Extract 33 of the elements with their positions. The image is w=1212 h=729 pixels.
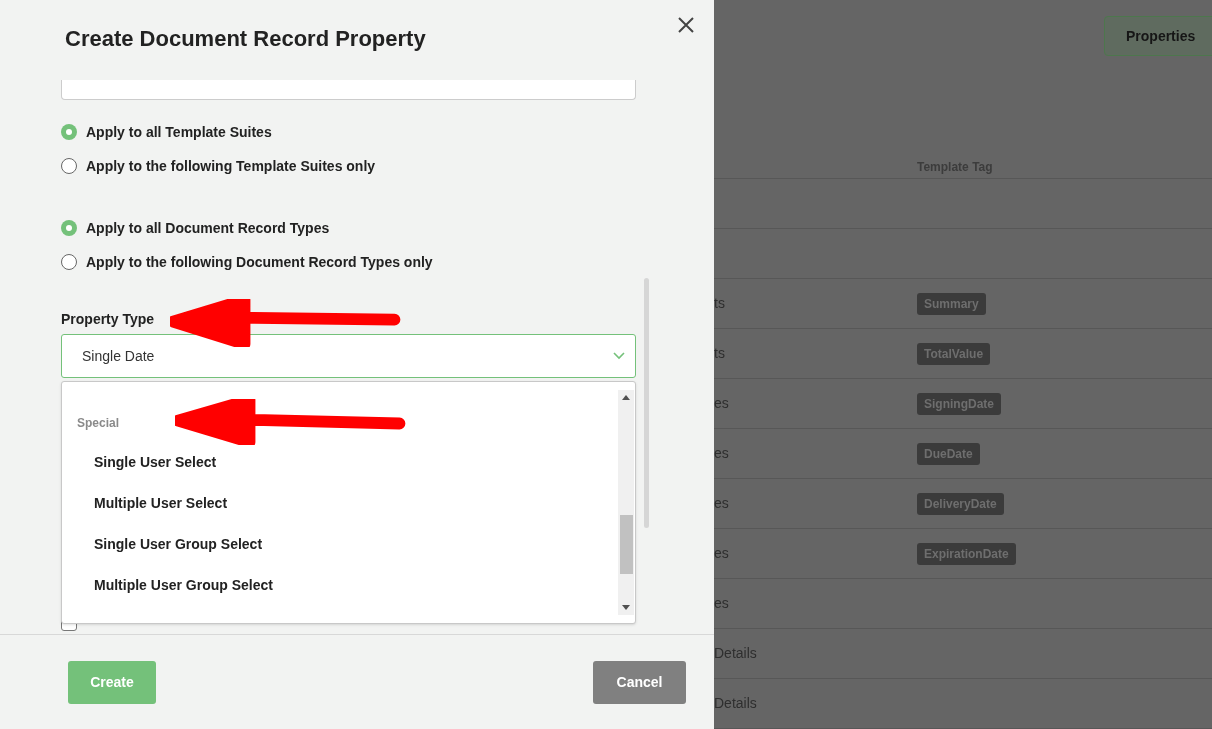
dropdown-option[interactable]: Multiple User Select — [62, 483, 619, 524]
property-type-select[interactable]: Single Date — [61, 334, 636, 378]
group-heading: Special — [77, 415, 120, 432]
scrollbar[interactable] — [618, 390, 634, 615]
table-cell-text: es — [714, 444, 729, 463]
table-cell-text: Details — [714, 644, 757, 663]
dropdown-option[interactable]: Single User Group Select — [62, 524, 619, 565]
close-icon[interactable] — [678, 17, 694, 33]
scrollbar-thumb[interactable] — [644, 278, 649, 528]
dialog-title: Create Document Record Property — [65, 25, 426, 53]
radio-button[interactable] — [61, 220, 77, 236]
table-cell-text: es — [714, 394, 729, 413]
radio-button[interactable] — [61, 124, 77, 140]
radio-label: Apply to the following Document Record Types only — [86, 252, 433, 272]
dropdown-option[interactable]: Single User Select — [62, 442, 619, 483]
radio-button[interactable] — [61, 158, 77, 174]
radio-label: Apply to all Document Record Types — [86, 218, 330, 238]
field-label: Property Type — [61, 311, 156, 327]
radio-label: Apply to all Template Suites — [86, 122, 272, 142]
cancel-button[interactable]: Cancel — [593, 660, 686, 704]
radio-button[interactable] — [61, 254, 77, 270]
input-field[interactable] — [61, 80, 636, 100]
dropdown-option[interactable]: Multiple User Group Select — [62, 565, 619, 606]
table-cell-text: es — [714, 544, 729, 563]
table-cell-text: Details — [714, 694, 757, 713]
scroll-down-icon[interactable] — [622, 605, 630, 610]
table-cell-text: es — [714, 494, 729, 513]
table-cell-text: es — [714, 594, 729, 613]
scroll-up-icon[interactable] — [622, 395, 630, 400]
select-value: Single Date — [82, 346, 156, 366]
radio-label: Apply to the following Template Suites only — [86, 156, 376, 176]
scrollbar-thumb[interactable] — [619, 515, 633, 574]
chevron-down-icon — [613, 352, 625, 360]
